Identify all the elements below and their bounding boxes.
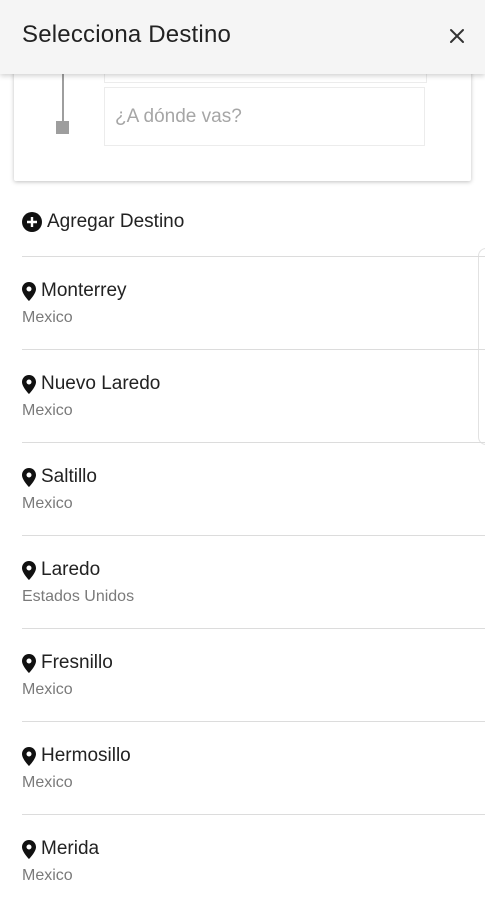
- list-item[interactable]: Fresnillo Mexico: [22, 628, 485, 721]
- destination-country: Mexico: [22, 309, 73, 326]
- app-header: Selecciona Destino: [0, 0, 485, 74]
- destination-name: Monterrey: [41, 280, 127, 301]
- destination-country: Mexico: [22, 681, 73, 698]
- destination-name: Hermosillo: [41, 745, 131, 766]
- destination-name: Fresnillo: [41, 652, 113, 673]
- list-item[interactable]: Nuevo Laredo Mexico: [22, 349, 485, 442]
- destination-name: Saltillo: [41, 466, 97, 487]
- destination-name: Nuevo Laredo: [41, 373, 161, 394]
- map-pin-icon: [22, 467, 36, 487]
- route-line: [62, 74, 64, 124]
- close-icon[interactable]: [449, 28, 465, 44]
- map-pin-icon: [22, 374, 36, 394]
- destination-search-input[interactable]: [104, 87, 425, 146]
- add-destination-label: Agregar Destino: [47, 211, 185, 232]
- destination-list: Monterrey Mexico Nuevo Laredo Mexico Sal…: [22, 256, 485, 907]
- route-card: [14, 60, 471, 181]
- list-item[interactable]: Saltillo Mexico: [22, 442, 485, 535]
- destination-marker-icon: [56, 121, 69, 134]
- destination-name: Laredo: [41, 559, 101, 580]
- destination-country: Estados Unidos: [22, 588, 135, 605]
- map-pin-icon: [22, 839, 36, 859]
- map-pin-icon: [22, 281, 36, 301]
- map-pin-icon: [22, 746, 36, 766]
- page-title: Selecciona Destino: [22, 21, 232, 48]
- map-pin-icon: [22, 560, 36, 580]
- close-button[interactable]: [443, 22, 471, 50]
- map-pin-icon: [22, 653, 36, 673]
- list-item[interactable]: Hermosillo Mexico: [22, 721, 485, 814]
- list-item[interactable]: Monterrey Mexico: [22, 256, 485, 349]
- destination-country: Mexico: [22, 402, 73, 419]
- destination-country: Mexico: [22, 774, 73, 791]
- destination-name: Merida: [41, 838, 100, 859]
- list-item[interactable]: Merida Mexico: [22, 814, 485, 907]
- add-destination-button[interactable]: Agregar Destino: [22, 211, 184, 233]
- destination-country: Mexico: [22, 495, 73, 512]
- list-item[interactable]: Laredo Estados Unidos: [22, 535, 485, 628]
- destination-country: Mexico: [22, 867, 73, 884]
- add-circle-icon: [22, 212, 42, 232]
